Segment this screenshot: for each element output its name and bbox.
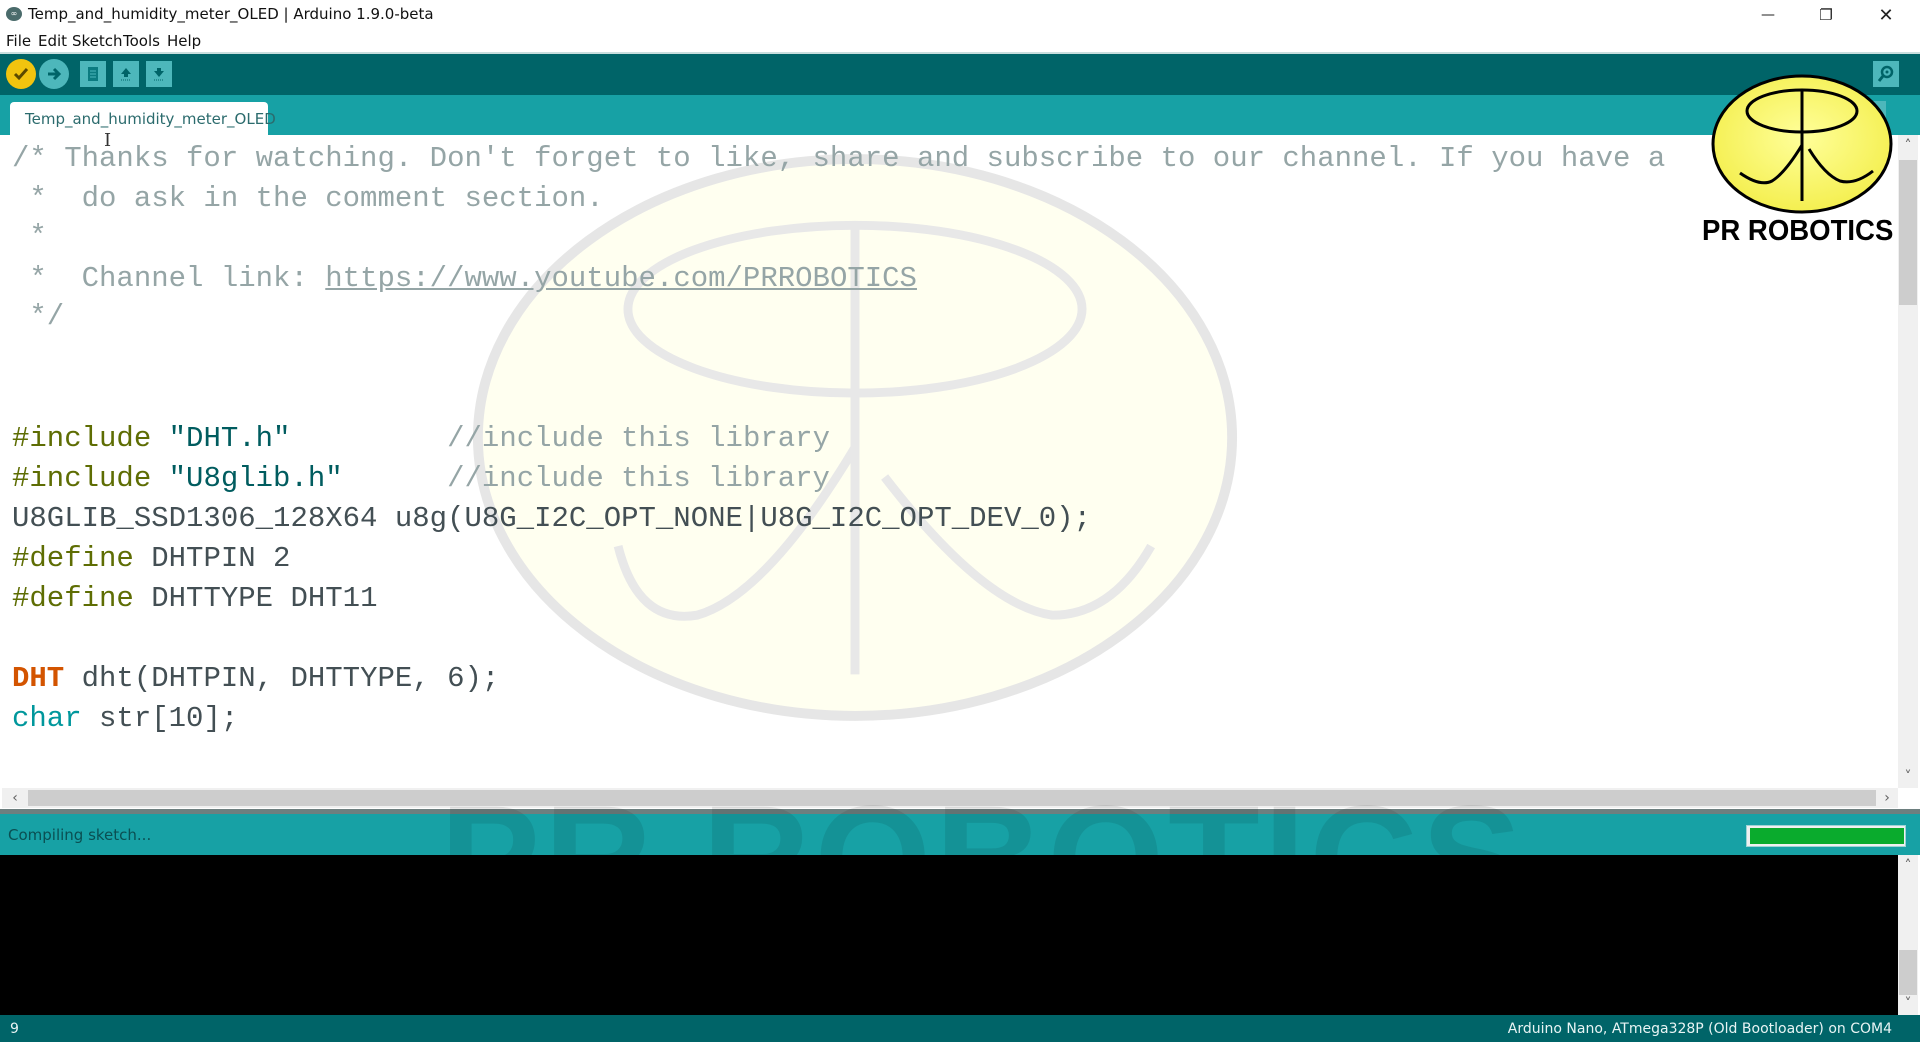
code-line-4: * Channel link: https://www.youtube.com/… bbox=[12, 259, 917, 299]
menu-file[interactable]: File bbox=[6, 32, 31, 50]
editor-vertical-scroll-thumb[interactable] bbox=[1899, 160, 1917, 305]
console-scroll-up-icon[interactable]: ˄ bbox=[1898, 857, 1918, 875]
verify-button[interactable] bbox=[6, 59, 36, 89]
board-port-info: Arduino Nano, ATmega328P (Old Bootloader… bbox=[1507, 1021, 1892, 1037]
code-line-dht: DHT dht(DHTPIN, DHTTYPE, 6); bbox=[12, 659, 499, 699]
open-button[interactable] bbox=[113, 61, 139, 87]
code-line-char: char str[10]; bbox=[12, 699, 238, 739]
scroll-down-arrow-icon[interactable]: ˅ bbox=[1898, 768, 1918, 786]
restore-icon: ❐ bbox=[1819, 6, 1833, 24]
code-line-3: * bbox=[12, 220, 47, 253]
status-message: Compiling sketch... bbox=[8, 826, 152, 844]
tab-bar bbox=[0, 95, 1920, 135]
compile-progress-fill bbox=[1750, 828, 1904, 844]
logo-text: PR ROBOTICS bbox=[1702, 215, 1894, 247]
code-text: dht(DHTPIN, DHTTYPE, 6); bbox=[64, 662, 500, 695]
console-scroll-down-icon[interactable]: ˅ bbox=[1898, 995, 1918, 1013]
scroll-left-arrow-icon[interactable]: ‹ bbox=[6, 788, 24, 808]
menu-help[interactable]: Help bbox=[167, 32, 201, 50]
line-number: 9 bbox=[10, 1021, 19, 1037]
tab-label[interactable]: Temp_and_humidity_meter_OLED bbox=[25, 110, 276, 128]
save-button[interactable] bbox=[146, 61, 172, 87]
text-cursor-icon: I bbox=[104, 130, 112, 151]
preprocessor-directive: #include bbox=[12, 422, 152, 455]
console-scroll-thumb[interactable] bbox=[1899, 950, 1917, 995]
class-keyword: DHT bbox=[12, 662, 65, 695]
menu-edit[interactable]: Edit bbox=[38, 32, 67, 50]
new-button[interactable] bbox=[80, 61, 106, 87]
channel-link[interactable]: https://www.youtube.com/PRROBOTICS bbox=[325, 262, 917, 295]
close-button[interactable]: ✕ bbox=[1858, 0, 1914, 30]
pr-robotics-logo-icon bbox=[1711, 74, 1893, 214]
restore-button[interactable]: ❐ bbox=[1798, 0, 1854, 30]
close-icon: ✕ bbox=[1878, 4, 1894, 26]
code-editor[interactable]: /* Thanks for watching. Don't forget to … bbox=[2, 135, 1898, 788]
menu-sketch[interactable]: Sketch bbox=[72, 32, 123, 50]
code-text: DHTTYPE DHT11 bbox=[133, 582, 378, 615]
type-keyword: char bbox=[12, 702, 82, 735]
window-title: Temp_and_humidity_meter_OLED | Arduino 1… bbox=[28, 5, 434, 23]
menu-bar bbox=[0, 30, 1920, 54]
code-line-define-pin: #define DHTPIN 2 bbox=[12, 539, 290, 579]
status-bar bbox=[0, 814, 1920, 855]
code-line-define-type: #define DHTTYPE DHT11 bbox=[12, 579, 377, 619]
save-icon bbox=[154, 68, 164, 81]
preprocessor-directive: #include bbox=[12, 462, 152, 495]
code-line-include-u8glib: #include "U8glib.h" //include this libra… bbox=[12, 459, 830, 499]
scroll-right-arrow-icon[interactable]: › bbox=[1878, 788, 1896, 808]
line-comment: //include this library bbox=[447, 462, 830, 495]
arduino-app-icon: ∞ bbox=[6, 7, 22, 21]
string-literal: "U8glib.h" bbox=[168, 462, 343, 495]
comment-text: * Channel link: bbox=[12, 262, 326, 295]
toolbar bbox=[0, 54, 1920, 95]
minimize-icon: — bbox=[1761, 7, 1775, 23]
code-text: str[10]; bbox=[81, 702, 239, 735]
menu-tools[interactable]: Tools bbox=[123, 32, 160, 50]
code-line-u8g: U8GLIB_SSD1306_128X64 u8g(U8G_I2C_OPT_NO… bbox=[12, 502, 1091, 535]
code-line-2: * do ask in the comment section. bbox=[12, 182, 604, 215]
string-literal: "DHT.h" bbox=[168, 422, 291, 455]
editor-horizontal-scroll-thumb[interactable] bbox=[28, 790, 1876, 806]
upload-arrow-icon bbox=[48, 67, 62, 81]
open-icon bbox=[121, 68, 131, 81]
minimize-button[interactable]: — bbox=[1740, 0, 1796, 30]
code-line-5: */ bbox=[12, 300, 65, 333]
upload-button[interactable] bbox=[39, 59, 69, 89]
preprocessor-directive: #define bbox=[12, 582, 134, 615]
console-output[interactable] bbox=[0, 855, 1898, 1015]
line-comment: //include this library bbox=[447, 422, 830, 455]
code-text: DHTPIN 2 bbox=[133, 542, 291, 575]
code-line-include-dht: #include "DHT.h" //include this library bbox=[12, 419, 830, 459]
scroll-up-arrow-icon[interactable]: ˄ bbox=[1898, 137, 1918, 155]
code-line-1: /* Thanks for watching. Don't forget to … bbox=[12, 142, 1666, 175]
preprocessor-directive: #define bbox=[12, 542, 134, 575]
verify-checkmark-icon bbox=[13, 68, 29, 81]
new-file-icon bbox=[88, 67, 98, 81]
